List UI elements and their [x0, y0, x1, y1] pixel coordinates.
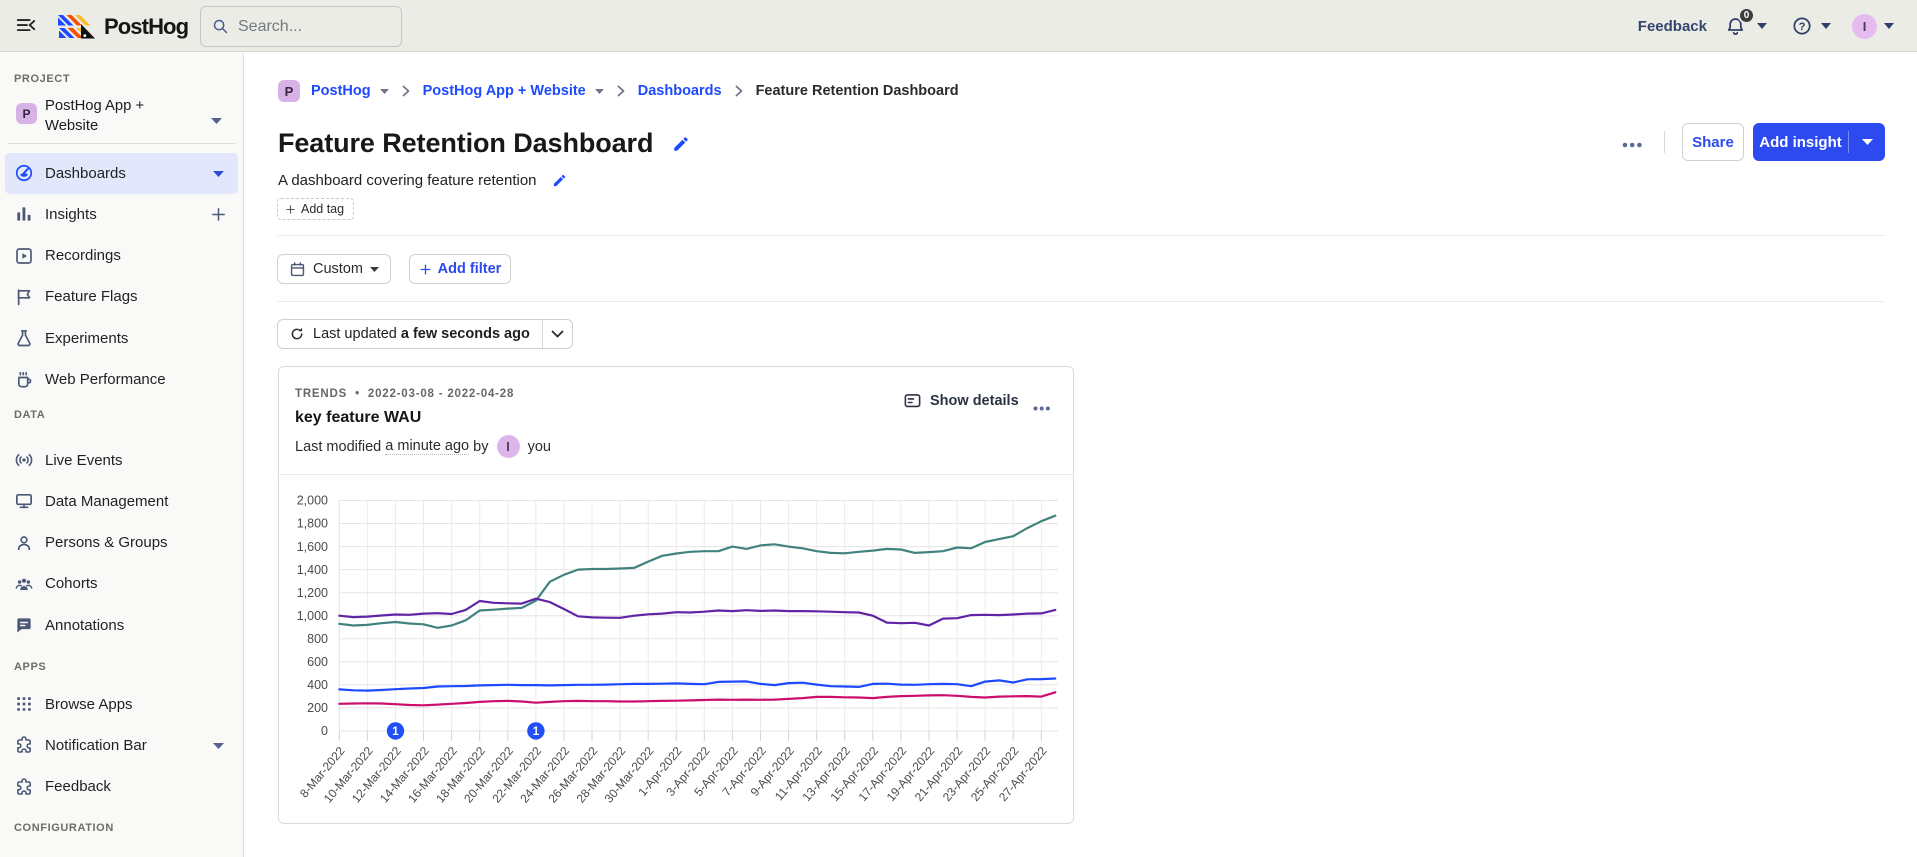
- svg-text:1,400: 1,400: [297, 563, 328, 577]
- svg-text:600: 600: [307, 655, 328, 669]
- svg-text:2,000: 2,000: [297, 494, 328, 508]
- svg-text:?: ?: [1799, 21, 1806, 33]
- svg-text:200: 200: [307, 701, 328, 715]
- svg-text:400: 400: [307, 678, 328, 692]
- svg-text:0: 0: [321, 724, 328, 738]
- svg-text:1,200: 1,200: [297, 586, 328, 600]
- svg-text:800: 800: [307, 632, 328, 646]
- svg-text:1: 1: [392, 726, 399, 738]
- svg-text:1,000: 1,000: [297, 609, 328, 623]
- svg-text:1: 1: [533, 726, 540, 738]
- svg-text:1,800: 1,800: [297, 517, 328, 531]
- svg-text:1,600: 1,600: [297, 540, 328, 554]
